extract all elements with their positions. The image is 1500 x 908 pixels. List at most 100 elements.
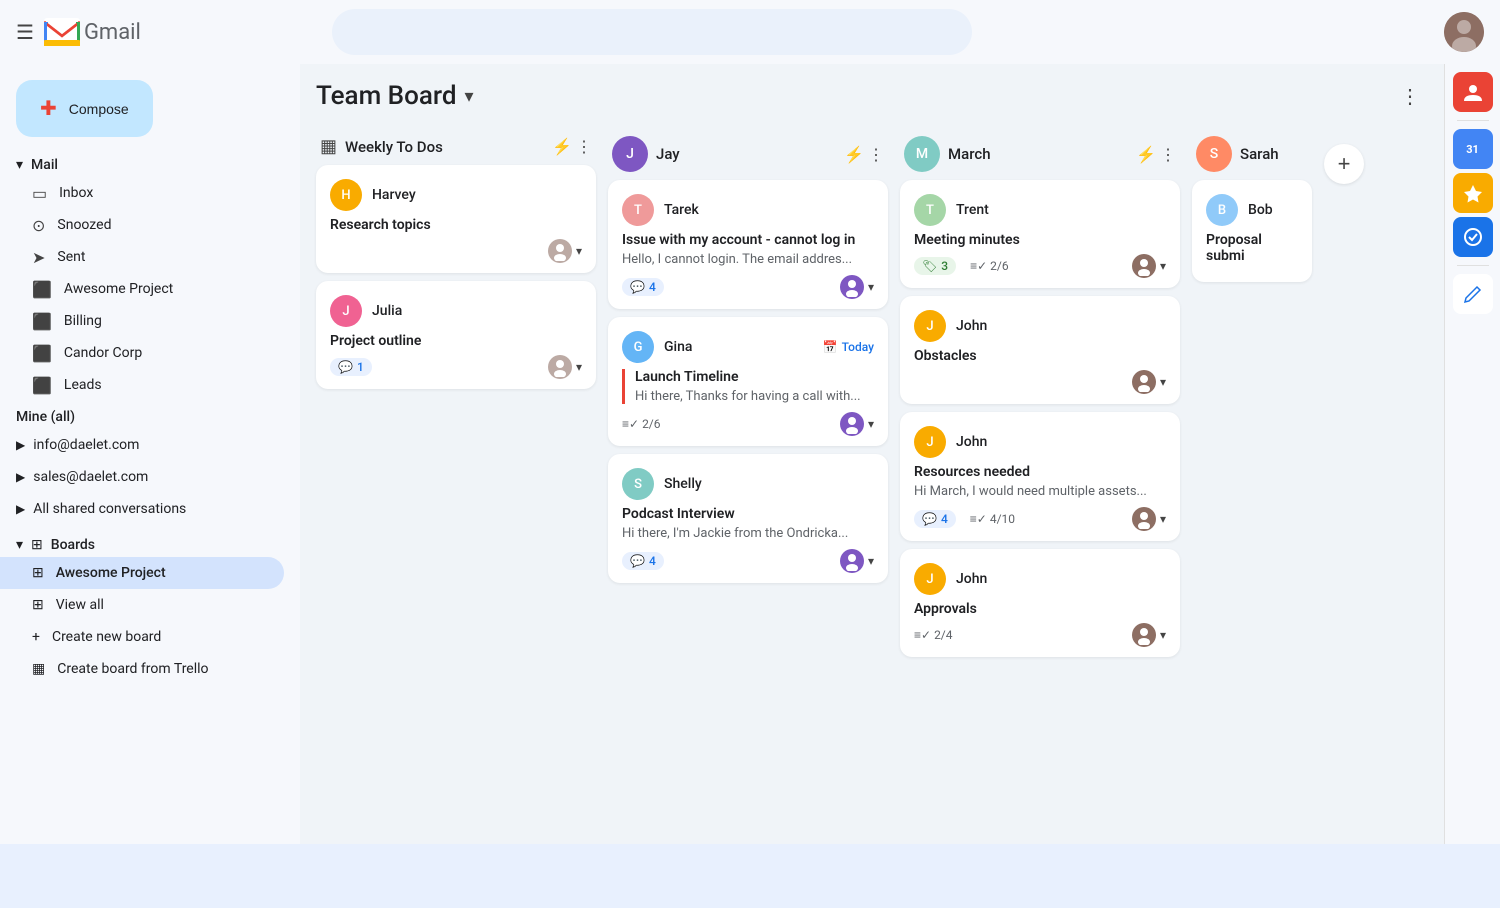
info-email-label: info@daelet.com [33,437,139,453]
march-lightning-icon[interactable]: ⚡ [1136,145,1156,164]
board-item-awesome-project[interactable]: ⊞ Awesome Project [0,557,284,589]
board-more-icon[interactable]: ⋮ [1392,80,1428,112]
julia-name: Julia [372,303,402,319]
tarek-assignee-chevron[interactable]: ▾ [868,280,874,294]
card-top-bob: B Bob [1206,194,1298,226]
trent-footer: 🏷 3 ≡✓ 2/6 ▾ [914,254,1166,278]
card-tarek-issue: T Tarek Issue with my account - cannot l… [608,180,888,309]
harvey-name: Harvey [372,187,416,203]
board-title-chevron-icon[interactable]: ▾ [464,86,473,107]
weekly-lightning-icon[interactable]: ⚡ [552,137,572,156]
col-header-weekly: ▦ Weekly To Dos ⚡ ⋮ [316,128,596,165]
side-divider-1 [1457,120,1489,121]
gina-checklist: ≡✓ 2/6 [622,417,661,431]
shelly-assignee-chevron[interactable]: ▾ [868,554,874,568]
kanban-board: ▦ Weekly To Dos ⚡ ⋮ H Harvey Research to… [316,128,1428,665]
john-obs-subject: Obstacles [914,348,1166,364]
card-top-john-obs: J John [914,310,1166,342]
boards-section-header[interactable]: ▾ ⊞ Boards [0,533,300,557]
sidebar-item-leads[interactable]: ⬛ Leads [0,369,284,401]
bob-name: Bob [1248,202,1273,218]
march-col-actions: ⚡ ⋮ [1136,145,1176,164]
col-header-jay: J Jay ⚡ ⋮ [608,128,888,180]
col-header-march: M March ⚡ ⋮ [900,128,1180,180]
keep-icon[interactable] [1453,173,1493,213]
john-res-assignee-chevron[interactable]: ▾ [1160,512,1166,526]
john-res-subject: Resources needed [914,464,1166,480]
calendar-icon[interactable]: 31 [1453,129,1493,169]
john-app-assignee-chevron[interactable]: ▾ [1160,628,1166,642]
add-column-button[interactable]: + [1324,144,1364,184]
content-area: Team Board ▾ ⋮ ▦ Weekly To Dos ⚡ ⋮ H [300,64,1444,844]
sidebar-item-awesome[interactable]: ⬛ Awesome Project [0,273,284,305]
sidebar-item-sent[interactable]: ➤ Sent [0,241,284,273]
contacts-icon[interactable] [1453,72,1493,112]
john-res-checklist-icon: ≡✓ [970,512,987,526]
card-trent-meeting: T Trent Meeting minutes 🏷 3 ≡✓ 2/6 [900,180,1180,288]
weekly-more-icon[interactable]: ⋮ [576,137,592,156]
board-item-trello[interactable]: ▦ Create board from Trello [0,653,284,685]
card-john-obstacles: J John Obstacles ▾ [900,296,1180,404]
user-avatar[interactable] [1444,12,1484,52]
gina-checklist-count: 2/6 [642,417,660,431]
john-app-assignee: ▾ [1132,623,1166,647]
jay-more-icon[interactable]: ⋮ [868,145,884,164]
billing-icon: ⬛ [32,312,52,331]
gina-assignee-chevron[interactable]: ▾ [868,417,874,431]
gina-footer: ≡✓ 2/6 ▾ [622,412,874,436]
john-app-checklist-icon: ≡✓ [914,628,931,642]
expand-arrow-sales: ▶ [16,470,25,484]
shelly-assignee-avatar [840,549,864,573]
inbox-icon: ▭ [32,184,47,203]
tarek-name: Tarek [664,202,699,218]
john-app-footer: ≡✓ 2/4 ▾ [914,623,1166,647]
mail-section-header[interactable]: ▾ Mail [0,153,300,177]
search-input[interactable] [332,9,972,55]
card-top-tarek: T Tarek [622,194,874,226]
mail-chevron-icon: ▾ [16,157,23,173]
card-john-approvals: J John Approvals ≡✓ 2/4 [900,549,1180,657]
compose-label: Compose [69,101,129,117]
sidebar-item-sent-label: Sent [57,249,85,265]
john-app-checklist-count: 2/4 [934,628,952,642]
john-obs-assignee: ▾ [1132,370,1166,394]
gina-assignee: ▾ [840,412,874,436]
gina-checklist-icon: ≡✓ [622,417,639,431]
weekly-col-icon: ▦ [320,136,337,157]
sidebar-shared-conversations[interactable]: ▶ All shared conversations [0,493,300,525]
calendar-icon-label: 31 [1466,143,1479,156]
board-item-create-new[interactable]: + Create new board [0,621,284,653]
tarek-footer: 💬 4 ▾ [622,275,874,299]
col-sarah: S Sarah B Bob Proposal submi [1192,128,1312,282]
edit-icon[interactable] [1453,274,1493,314]
julia-subject: Project outline [330,333,582,349]
john-res-comment-count: 4 [941,512,948,526]
trent-checklist-count: 2/6 [990,259,1008,273]
board-icon-awesome: ⊞ [32,565,44,581]
julia-avatar: J [330,295,362,327]
sidebar-item-snoozed[interactable]: ⊙ Snoozed [0,209,284,241]
board-item-view-all[interactable]: ⊞ View all [0,589,284,621]
jay-lightning-icon[interactable]: ⚡ [844,145,864,164]
sidebar-item-candor[interactable]: ⬛ Candor Corp [0,337,284,369]
sidebar-sales-email[interactable]: ▶ sales@daelet.com [0,461,300,493]
julia-assignee-chevron[interactable]: ▾ [576,360,582,374]
harvey-assignee-chevron[interactable]: ▾ [576,244,582,258]
card-top-harvey: H Harvey [330,179,582,211]
tasks-icon[interactable] [1453,217,1493,257]
side-apps-panel: 31 [1444,64,1500,844]
card-shelly-podcast: S Shelly Podcast Interview Hi there, I'm… [608,454,888,583]
march-more-icon[interactable]: ⋮ [1160,145,1176,164]
gina-date-label: Today [842,340,874,354]
hamburger-icon[interactable]: ☰ [16,20,34,44]
sidebar-item-inbox[interactable]: ▭ Inbox [0,177,284,209]
gmail-m-icon [44,18,80,46]
tarek-comment-badge: 💬 4 [622,278,664,296]
sidebar-item-billing[interactable]: ⬛ Billing [0,305,284,337]
john-obs-assignee-chevron[interactable]: ▾ [1160,375,1166,389]
compose-button[interactable]: ✚ Compose [16,80,153,137]
trent-assignee-chevron[interactable]: ▾ [1160,259,1166,273]
trent-assignee-avatar [1132,254,1156,278]
john-obs-name: John [956,318,987,334]
sidebar-info-email[interactable]: ▶ info@daelet.com [0,429,300,461]
